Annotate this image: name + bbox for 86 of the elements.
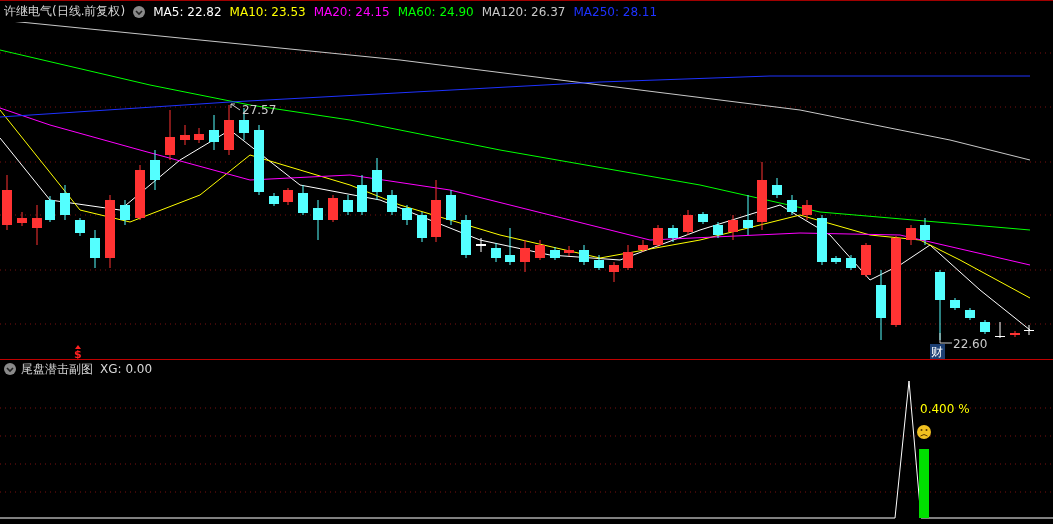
candlestick [387,189,397,216]
candlestick [520,239,530,273]
candlestick [728,214,738,241]
candlestick [417,211,427,243]
candlestick [802,199,812,221]
candlestick [180,124,190,146]
low-price-label: 22.60 [953,337,988,351]
candlestick [920,217,930,246]
candlestick [372,157,382,201]
candlestick [787,194,797,216]
candlestick [446,189,456,226]
candlestick [668,224,678,243]
candlestick [609,261,619,283]
signal-marker: $ [74,348,82,359]
candlestick [90,229,100,269]
candlestick [209,114,219,151]
candlestick [757,161,767,231]
stock-title: 许继电气(日线.前复权) [4,3,126,20]
candlestick [980,319,990,335]
candlestick [32,204,42,246]
candlestick [135,164,145,221]
candlestick [653,224,663,248]
dropdown-icon[interactable] [4,363,16,375]
candlestick [402,204,412,226]
candlestick [269,192,279,207]
moving-average-label: MA20: 24.15 [313,4,390,19]
candlestick [831,255,841,265]
candlestick [846,254,856,271]
moving-average-label: MA10: 23.53 [229,4,306,19]
candlestick [861,242,871,278]
candlestick [1010,330,1020,338]
candlestick [550,246,560,261]
candlestick [876,269,886,341]
candlestick [1024,324,1034,336]
candlestick [713,221,723,239]
candlestick [594,254,604,271]
candlestick [313,199,323,241]
candlestick [165,109,175,161]
candlestick [476,237,486,253]
leader-line [939,332,953,344]
moving-average-label: MA120: 26.37 [481,4,566,19]
candlestick [461,214,471,259]
candlestick [535,239,545,261]
up-arrow-icon [75,345,81,349]
candlestick [357,174,367,216]
indicator-reading: XG: 0.00 [100,362,153,376]
candlestick [906,224,916,246]
candlestick [623,244,633,271]
candlestick [298,184,308,216]
moving-average-label: MA250: 28.11 [573,4,658,19]
candlestick [120,199,130,226]
signal-bar [919,449,929,518]
candlestick [194,127,204,144]
candlestick [60,184,70,221]
candlestick [328,194,338,223]
candlestick [343,194,353,216]
candlestick [283,187,293,206]
percent-label: 0.400 % [920,402,970,416]
candlestick [150,149,160,191]
moving-average-label: MA5: 22.82 [153,4,222,19]
candlestick [579,244,589,266]
candlestick [564,245,574,257]
candlestick [743,194,753,236]
candlestick [254,124,264,196]
candlestick [45,195,55,223]
sad-face-icon [917,425,931,439]
candlestick [75,217,85,237]
candlestick [950,297,960,311]
candlestick [995,321,1005,339]
moving-average-label: MA60: 24.90 [397,4,474,19]
candlestick [505,227,515,266]
indicator-title: 尾盘潜击副图 [21,360,93,378]
candlestick [431,179,441,243]
candlestick [2,174,12,231]
leader-line [230,103,241,111]
candlestick [224,104,234,156]
candlestick [698,211,708,225]
dropdown-icon[interactable] [133,5,146,18]
news-badge[interactable]: 财 [930,344,945,359]
candlestick [683,209,693,236]
candlestick [772,177,782,199]
candlestick [638,239,648,253]
candlestick [491,242,501,263]
candlestick [17,211,27,227]
candlestick [817,214,827,266]
candlestick [965,307,975,321]
